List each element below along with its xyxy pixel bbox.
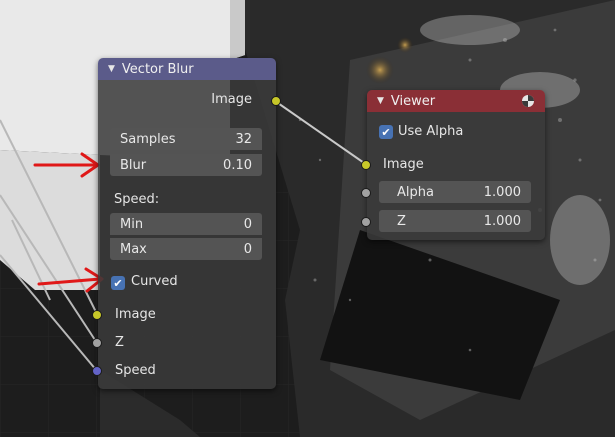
viewer-header[interactable]: ▼ Viewer <box>367 90 545 112</box>
checkmark-icon: ✔ <box>113 276 123 290</box>
output-image-socket[interactable] <box>271 96 281 106</box>
annotation-arrow-blur <box>33 152 100 178</box>
checkmark-icon: ✔ <box>381 125 391 139</box>
alpha-label: Alpha <box>397 184 434 200</box>
curved-checkbox[interactable]: ✔ <box>111 276 125 290</box>
samples-field[interactable]: Samples 32 <box>110 128 262 150</box>
collapse-triangle-icon[interactable]: ▼ <box>108 64 115 74</box>
z-field[interactable]: Z 1.000 <box>379 210 531 232</box>
blur-field[interactable]: Blur 0.10 <box>110 154 262 176</box>
alpha-value: 1.000 <box>483 184 521 200</box>
speed-heading: Speed: <box>114 192 160 207</box>
viewer-node[interactable]: ▼ Viewer ✔ Use Alpha Image Alpha 1.000 Z… <box>367 90 545 240</box>
input-z-label: Z <box>115 335 124 350</box>
input-speed-socket[interactable] <box>92 366 102 376</box>
max-value: 0 <box>243 241 252 257</box>
samples-label: Samples <box>120 131 176 147</box>
viewer-input-image-label: Image <box>383 157 424 172</box>
min-label: Min <box>120 216 144 232</box>
z-label: Z <box>397 213 406 229</box>
use-alpha-label: Use Alpha <box>398 124 464 139</box>
viewer-input-z-socket[interactable] <box>361 217 371 227</box>
vector-blur-node[interactable]: ▼ Vector Blur Image Samples 32 Blur 0.10… <box>98 58 276 389</box>
input-image-socket[interactable] <box>92 310 102 320</box>
vector-blur-title: Vector Blur <box>121 61 194 77</box>
alpha-field[interactable]: Alpha 1.000 <box>379 181 531 203</box>
viewer-input-alpha-socket[interactable] <box>361 188 371 198</box>
curved-label: Curved <box>131 274 178 289</box>
collapse-triangle-icon[interactable]: ▼ <box>377 96 384 106</box>
z-value: 1.000 <box>483 213 521 229</box>
min-field[interactable]: Min 0 <box>110 213 262 235</box>
blur-value: 0.10 <box>223 157 252 173</box>
vector-blur-header[interactable]: ▼ Vector Blur <box>98 58 276 80</box>
max-label: Max <box>120 241 147 257</box>
max-field[interactable]: Max 0 <box>110 238 262 260</box>
samples-value: 32 <box>235 131 252 147</box>
viewer-title: Viewer <box>390 93 436 109</box>
input-z-socket[interactable] <box>92 338 102 348</box>
blur-label: Blur <box>120 157 147 173</box>
input-speed-label: Speed <box>115 363 156 378</box>
viewer-backdrop-icon[interactable] <box>521 94 535 108</box>
annotation-arrow-curved <box>37 267 104 293</box>
use-alpha-checkbox[interactable]: ✔ <box>379 125 393 139</box>
input-image-label: Image <box>115 307 156 322</box>
min-value: 0 <box>243 216 252 232</box>
output-image-label: Image <box>211 92 252 107</box>
viewer-input-image-socket[interactable] <box>361 160 371 170</box>
